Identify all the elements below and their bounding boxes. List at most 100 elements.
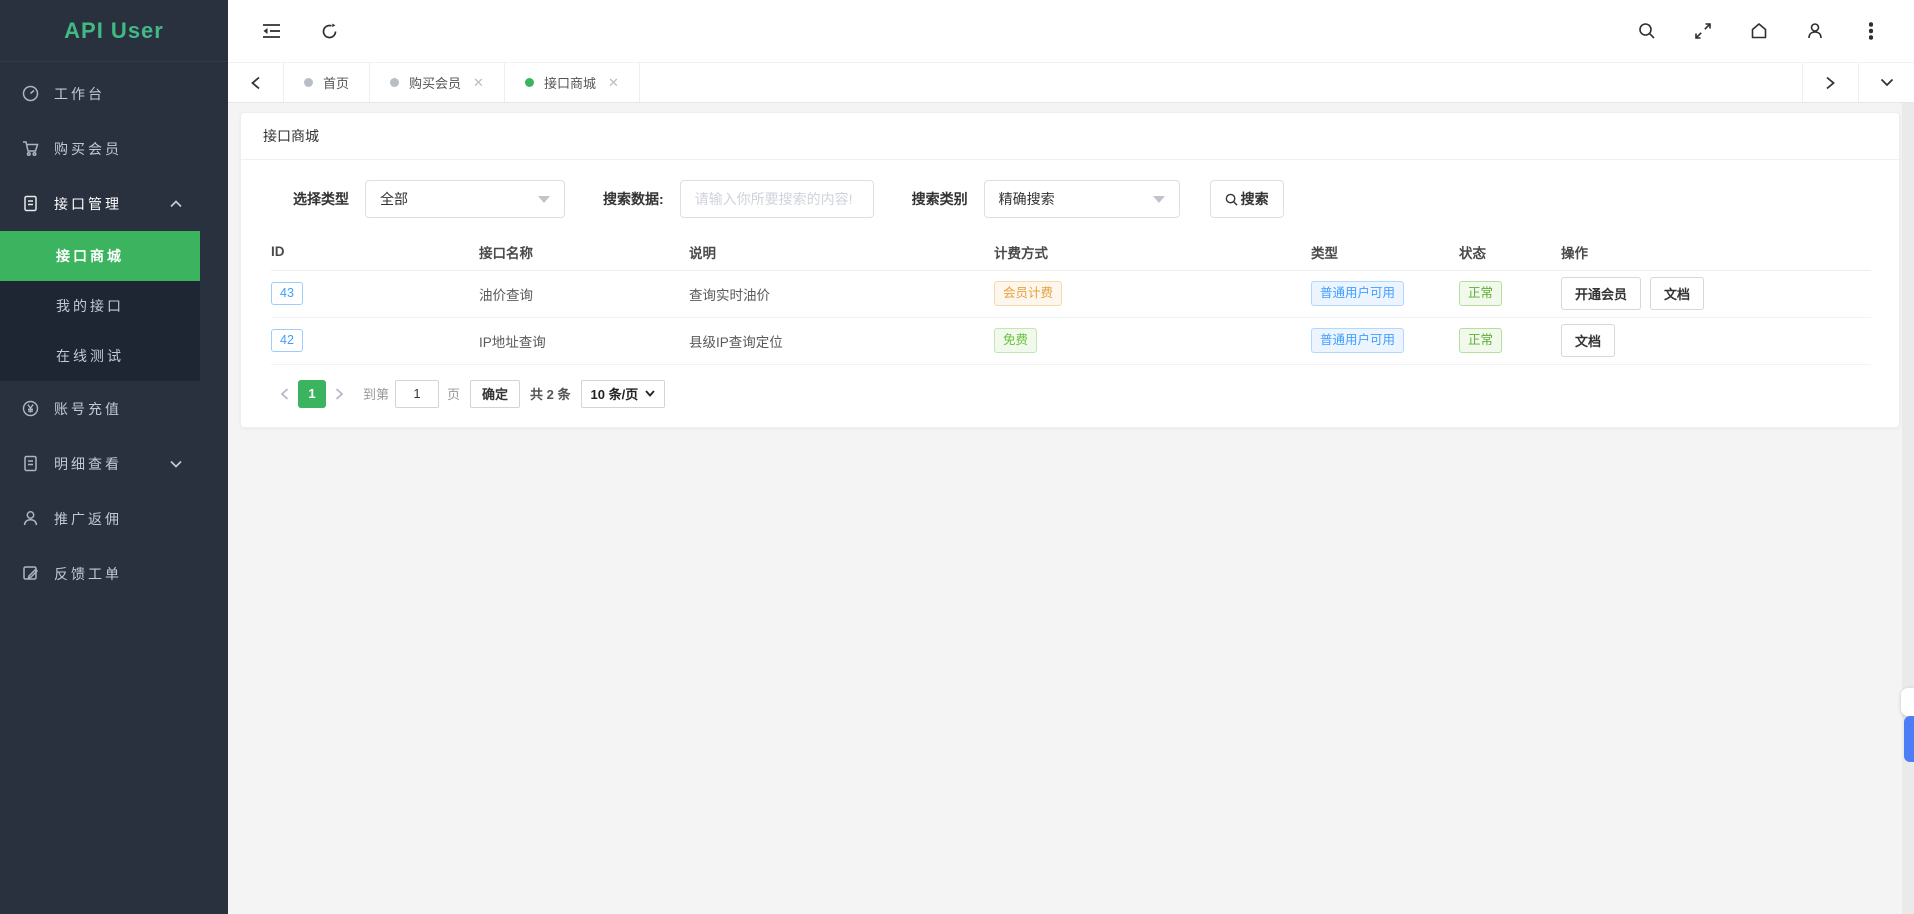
cell-id: 42 (271, 317, 479, 364)
status-badge: 正常 (1459, 281, 1502, 306)
sidebar-subitem-label: 接口商城 (56, 246, 124, 266)
navbar-left-group (258, 18, 374, 44)
sidebar-item-6[interactable]: 反馈工单 (0, 546, 200, 601)
tab-0[interactable]: 首页 (284, 63, 370, 102)
cell-actions: 开通会员文档 (1561, 270, 1871, 317)
sidebar-item-5[interactable]: 推广返佣 (0, 491, 200, 546)
cell-billing: 会员计费 (994, 270, 1311, 317)
sidebar-subitem-label: 我的接口 (56, 296, 124, 316)
type-select[interactable]: 全部 (365, 180, 565, 218)
search-input-label: 搜索数据: (603, 189, 664, 209)
tab-label: 购买会员 (409, 73, 461, 92)
table-row: 42IP地址查询县级IP查询定位免费普通用户可用 正常 文档 (271, 317, 1871, 364)
sidebar-item-4[interactable]: 明细查看 (0, 436, 200, 491)
sidebar-item-1[interactable]: 购买会员 (0, 121, 200, 176)
sidebar-subitem-0[interactable]: 接口商城 (0, 231, 200, 281)
doc-button[interactable]: 文档 (1650, 277, 1704, 310)
sidebar-item-label: 购买会员 (54, 139, 122, 159)
search-button-label: 搜索 (1241, 189, 1269, 209)
tabs-scroll-left-icon[interactable] (228, 63, 284, 102)
app-logo: API User (0, 0, 228, 62)
tab-label: 接口商城 (544, 73, 596, 92)
status-badge: 正常 (1459, 328, 1502, 353)
sidebar-submenu: 接口商城我的接口在线测试 (0, 231, 200, 381)
tab-1[interactable]: 购买会员 ✕ (370, 63, 505, 102)
cell-status: 正常 (1459, 270, 1561, 317)
dashboard-icon (22, 85, 39, 102)
open-vip-button[interactable]: 开通会员 (1561, 277, 1641, 310)
home-icon[interactable] (1746, 18, 1772, 44)
side-widget-tab[interactable] (1901, 688, 1914, 716)
sidebar-item-2[interactable]: 接口管理 (0, 176, 200, 231)
sidebar-item-label: 接口管理 (54, 194, 122, 214)
tab-bar: 首页 购买会员 ✕ 接口商城 ✕ (228, 62, 1914, 103)
sidebar-item-label: 工作台 (54, 84, 105, 104)
search-icon (1225, 193, 1238, 206)
pagination: 1 到第 页 确定 共 2 条 10 条/页 (271, 380, 1899, 408)
goto-confirm-button[interactable]: 确定 (470, 380, 520, 408)
tab-2[interactable]: 接口商城 ✕ (505, 63, 640, 102)
tabs-menu-dropdown-icon[interactable] (1858, 63, 1914, 102)
category-select-value: 精确搜索 (999, 189, 1055, 209)
main-area: 首页 购买会员 ✕ 接口商城 ✕ 接口商城 选择类型 全部 搜索数据: 搜索类别 精确搜… (228, 0, 1914, 428)
collapse-menu-icon[interactable] (258, 18, 284, 44)
page-scrollbar[interactable] (1902, 103, 1914, 914)
table-body: 43油价查询查询实时油价会员计费普通用户可用正常开通会员文档42IP地址查询县级… (271, 270, 1871, 364)
search-input[interactable] (680, 180, 874, 218)
cell-type: 普通用户可用 (1311, 317, 1459, 364)
page-unit-label: 页 (447, 384, 460, 403)
chevron-down-icon (645, 390, 655, 397)
search-icon[interactable] (1634, 18, 1660, 44)
column-header-2: 说明 (689, 234, 994, 270)
sidebar-subitem-1[interactable]: 我的接口 (0, 281, 200, 331)
user-icon[interactable] (1802, 18, 1828, 44)
tabs-scroll-right-icon[interactable] (1802, 63, 1858, 102)
cell-actions: 文档 (1561, 317, 1871, 364)
sidebar-item-label: 账号充值 (54, 399, 122, 419)
chevron-down-icon (1153, 196, 1165, 203)
column-header-4: 类型 (1311, 234, 1459, 270)
fullscreen-icon[interactable] (1690, 18, 1716, 44)
column-header-0: ID (271, 234, 479, 270)
cell-id: 43 (271, 270, 479, 317)
cell-billing: 免费 (994, 317, 1311, 364)
page-number-button[interactable]: 1 (298, 380, 326, 408)
refresh-icon[interactable] (316, 18, 342, 44)
search-button[interactable]: 搜索 (1210, 180, 1284, 218)
ticket-icon (22, 565, 39, 582)
people-icon (22, 510, 39, 527)
filter-row: 选择类型 全部 搜索数据: 搜索类别 精确搜索 搜索 (293, 180, 1899, 218)
navbar-right-group (1604, 18, 1884, 44)
total-count-label: 共 2 条 (530, 384, 570, 403)
type-badge: 普通用户可用 (1311, 328, 1404, 353)
type-badge: 普通用户可用 (1311, 281, 1404, 306)
tab-spacer (640, 63, 1802, 102)
page-size-select[interactable]: 10 条/页 (581, 380, 666, 408)
sidebar-item-0[interactable]: 工作台 (0, 66, 200, 121)
chevron-down-icon (538, 196, 550, 203)
more-dots-icon[interactable] (1858, 18, 1884, 44)
column-header-5: 状态 (1459, 234, 1561, 270)
list-icon (22, 455, 39, 472)
type-select-label: 选择类型 (293, 189, 349, 209)
goto-page-input[interactable] (395, 380, 439, 408)
content-area: 接口商城 选择类型 全部 搜索数据: 搜索类别 精确搜索 (228, 103, 1914, 428)
sidebar-item-label: 推广返佣 (54, 509, 122, 529)
column-header-6: 操作 (1561, 234, 1871, 270)
next-page-icon[interactable] (326, 388, 353, 400)
top-navbar (228, 0, 1914, 62)
tab-close-icon[interactable]: ✕ (473, 75, 484, 91)
tab-dot (390, 78, 399, 87)
cart-icon (22, 140, 39, 157)
cell-description: 县级IP查询定位 (689, 317, 994, 364)
cell-api-name: 油价查询 (479, 270, 689, 317)
prev-page-icon[interactable] (271, 388, 298, 400)
doc-button[interactable]: 文档 (1561, 324, 1615, 357)
cell-api-name: IP地址查询 (479, 317, 689, 364)
tab-close-icon[interactable]: ✕ (608, 75, 619, 91)
sidebar-item-3[interactable]: 账号充值 (0, 381, 200, 436)
sidebar-subitem-2[interactable]: 在线测试 (0, 331, 200, 381)
tabs-list: 首页 购买会员 ✕ 接口商城 ✕ (284, 63, 640, 102)
side-widget-handle[interactable] (1904, 716, 1914, 762)
category-select[interactable]: 精确搜索 (984, 180, 1180, 218)
